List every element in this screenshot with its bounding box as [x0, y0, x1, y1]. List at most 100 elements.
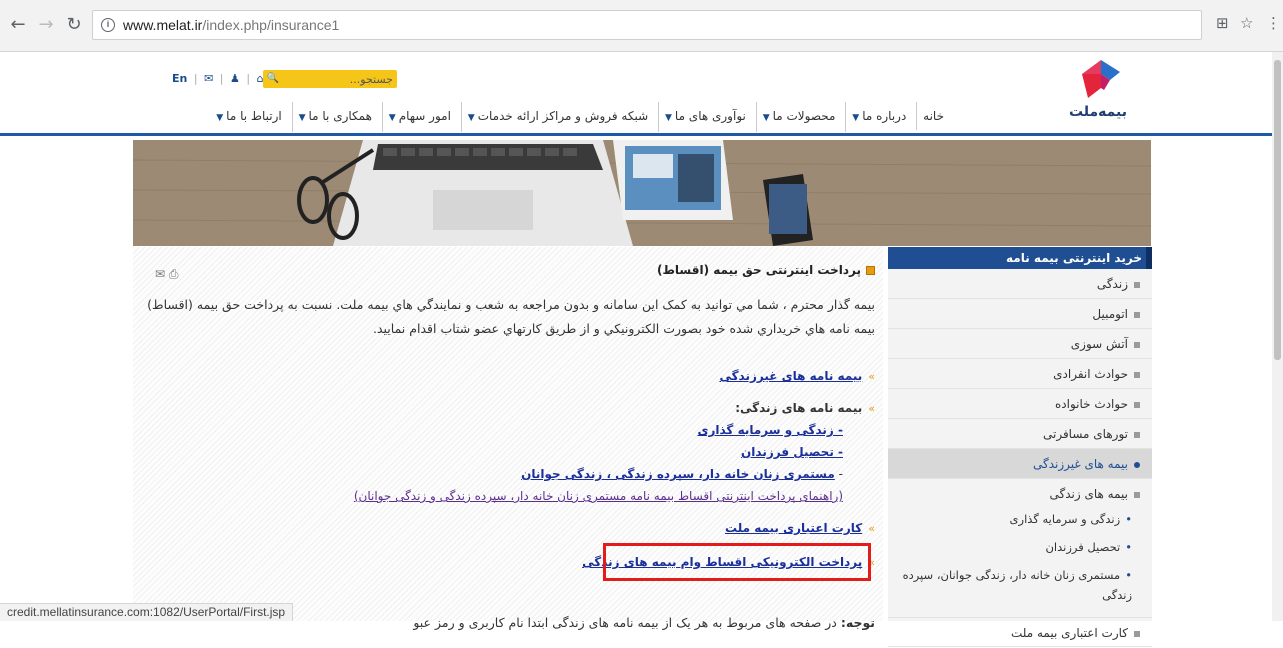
status-bar: credit.mellatinsurance.com:1082/UserPort…	[0, 603, 294, 621]
caret-down-icon: ▼	[298, 113, 306, 123]
bullet-icon	[1134, 311, 1140, 318]
home-icon[interactable]: ⌂	[257, 72, 264, 85]
sidebar-subitem-label: زندگی و سرمایه گذاری	[1009, 512, 1121, 526]
info-icon[interactable]: i	[101, 18, 115, 32]
sidebar-item-family-accident[interactable]: حوادث خانواده	[888, 389, 1152, 419]
browser-toolbar: ← → ↻ i www.melat.ir/index.php/insurance…	[0, 0, 1283, 52]
sidebar-item-fire[interactable]: آتش سوزی	[888, 329, 1152, 359]
sidebar-item-label: آتش سوزی	[1070, 337, 1128, 351]
highlight-box	[603, 543, 871, 581]
sidebar: خرید اینترنتی بیمه نامه زندگی اتومبیل آت…	[888, 247, 1152, 647]
caret-down-icon: ▼	[762, 113, 770, 123]
nav-products[interactable]: محصولات ما▼	[755, 102, 842, 132]
bullet-icon	[1134, 371, 1140, 378]
sidebar-item-label: حوادث انفرادی	[1053, 367, 1128, 381]
caret-down-icon: ▼	[664, 113, 672, 123]
divider: |	[219, 72, 224, 85]
sidebar-item-life[interactable]: زندگی	[888, 269, 1152, 299]
logo-mark-icon	[1082, 60, 1120, 98]
guide-link[interactable]: (راهنمای پرداخت اینترنتی اقساط بیمه نامه…	[354, 489, 843, 503]
bullet-icon	[1134, 491, 1140, 498]
bullet-icon	[1134, 461, 1140, 468]
sidebar-title[interactable]: خرید اینترنتی بیمه نامه	[888, 247, 1152, 269]
site-header: بیمه‌ملت 🔍 En | ✉ | ♟ | ⌂ خانه درباره ما…	[0, 52, 1283, 136]
header-divider	[0, 133, 1283, 136]
logo[interactable]: بیمه‌ملت	[1062, 60, 1134, 126]
nav-careers[interactable]: همکاری با ما▼	[291, 102, 378, 132]
nav-about[interactable]: درباره ما▼	[845, 102, 912, 132]
nav-sales-network[interactable]: شبکه فروش و مراکز ارائه خدمات▼	[460, 102, 654, 132]
nav-label: همکاری با ما	[308, 109, 372, 123]
intro-line: بيمه نامه هاي خريداري شده خود بصورت الكت…	[372, 321, 875, 336]
bookmark-star-icon[interactable]: ☆	[1240, 14, 1253, 32]
banner-illustration	[133, 140, 1151, 246]
forward-icon[interactable]: →	[36, 14, 56, 36]
non-life-link[interactable]: بیمه نامه های غیرزندگی	[719, 369, 862, 383]
email-icon[interactable]: ✉	[155, 267, 165, 281]
sidebar-item-auto[interactable]: اتومبیل	[888, 299, 1152, 329]
search-icon[interactable]: 🔍	[265, 72, 281, 86]
reload-icon[interactable]: ↻	[64, 14, 84, 36]
sidebar-item-label: حوادث خانواده	[1055, 397, 1128, 411]
intro-text: بیمه گذار محترم ، شما مي توانيد به كمک ا…	[133, 293, 875, 341]
back-icon[interactable]: ←	[8, 14, 28, 36]
divider: |	[193, 72, 198, 85]
search-box: 🔍	[263, 70, 397, 88]
language-link[interactable]: En	[172, 72, 187, 85]
credit-card-link[interactable]: کارت اعتباری بیمه ملت	[725, 521, 862, 535]
mail-icon[interactable]: ✉	[204, 72, 213, 85]
sidebar-item-label: زندگی	[1096, 277, 1128, 291]
bullet-icon	[1134, 630, 1140, 637]
dot-icon: •	[1125, 568, 1132, 582]
life-sub-row: - مستمری زنان خانه دار، سپرده زندگی ، زن…	[521, 467, 843, 481]
double-arrow-icon: »	[868, 522, 875, 535]
credit-row: » کارت اعتباری بیمه ملت	[725, 521, 875, 535]
sidebar-subitem-label: تحصیل فرزندان	[1045, 540, 1121, 554]
bullet-icon	[1134, 401, 1140, 408]
scrollbar[interactable]	[1272, 52, 1283, 621]
nav-contact[interactable]: ارتباط با ما▼	[210, 102, 287, 132]
sidebar-title-text: خرید اینترنتی بیمه نامه	[1006, 251, 1142, 265]
sidebar-item-non-life[interactable]: بیمه های غیرزندگی	[888, 449, 1152, 479]
nav-label: امور سهام	[398, 109, 451, 123]
caret-down-icon: ▼	[852, 113, 860, 123]
logo-text: بیمه‌ملت	[1068, 104, 1128, 120]
sidebar-item-label: بیمه های غیرزندگی	[1032, 457, 1128, 471]
bullet-icon	[1134, 431, 1140, 438]
sidebar-item-personal-accident[interactable]: حوادث انفرادی	[888, 359, 1152, 389]
nav-shares[interactable]: امور سهام▼	[381, 102, 457, 132]
nav-innovations[interactable]: نوآوری های ما▼	[657, 102, 752, 132]
nav-label: ارتباط با ما	[226, 109, 282, 123]
pension-link[interactable]: مستمری زنان خانه دار، سپرده زندگی ، زندگ…	[521, 467, 835, 481]
note: توجه: در صفحه های مربوط به هر یک از بیمه…	[413, 615, 875, 630]
intro-line: بیمه گذار محترم ، شما مي توانيد به كمک ا…	[147, 297, 875, 312]
bullet-icon	[1134, 341, 1140, 348]
translate-icon[interactable]: ⊞	[1216, 14, 1229, 32]
education-link[interactable]: - تحصیل فرزندان	[741, 445, 843, 459]
sidebar-subitem[interactable]: • زندگی و سرمایه گذاری	[888, 509, 1152, 533]
divider: |	[246, 72, 251, 85]
print-icon[interactable]: ⎙	[169, 267, 179, 281]
menu-icon[interactable]: ⋮	[1266, 14, 1281, 32]
nav-label: شبکه فروش و مراکز ارائه خدمات	[477, 109, 649, 123]
nav-home[interactable]: خانه	[916, 102, 950, 130]
chevron-icon	[1146, 247, 1152, 269]
double-arrow-icon: »	[868, 370, 875, 383]
sidebar-item-life-policies[interactable]: بیمه های زندگی	[888, 479, 1152, 509]
sidebar-item-travel[interactable]: تورهای مسافرتی	[888, 419, 1152, 449]
life-investment-link[interactable]: - زندگی و سرمایه گذاری	[697, 423, 843, 437]
sitemap-icon[interactable]: ♟	[230, 72, 240, 85]
sidebar-subitem-label: مستمری زنان خانه دار، زندگی جوانان، سپرد…	[902, 568, 1132, 602]
address-bar[interactable]: i www.melat.ir/index.php/insurance1	[92, 10, 1202, 40]
guide-row: (راهنمای پرداخت اینترنتی اقساط بیمه نامه…	[354, 489, 843, 503]
sidebar-item-label: تورهای مسافرتی	[1042, 427, 1128, 441]
url-host: www.melat.ir	[123, 17, 203, 33]
sidebar-item-credit-card[interactable]: کارت اعتباری بیمه ملت	[888, 617, 1152, 647]
tool-icons: ✉ ⎙	[155, 267, 179, 282]
scroll-thumb[interactable]	[1274, 60, 1281, 360]
search-input[interactable]	[283, 71, 393, 87]
url-path: /index.php/insurance1	[202, 17, 340, 33]
sidebar-subitem[interactable]: •مستمری زنان خانه دار، زندگی جوانان، سپر…	[888, 561, 1152, 609]
sidebar-item-label: بیمه های زندگی	[1049, 487, 1129, 501]
sidebar-subitem[interactable]: • تحصیل فرزندان	[888, 533, 1152, 561]
